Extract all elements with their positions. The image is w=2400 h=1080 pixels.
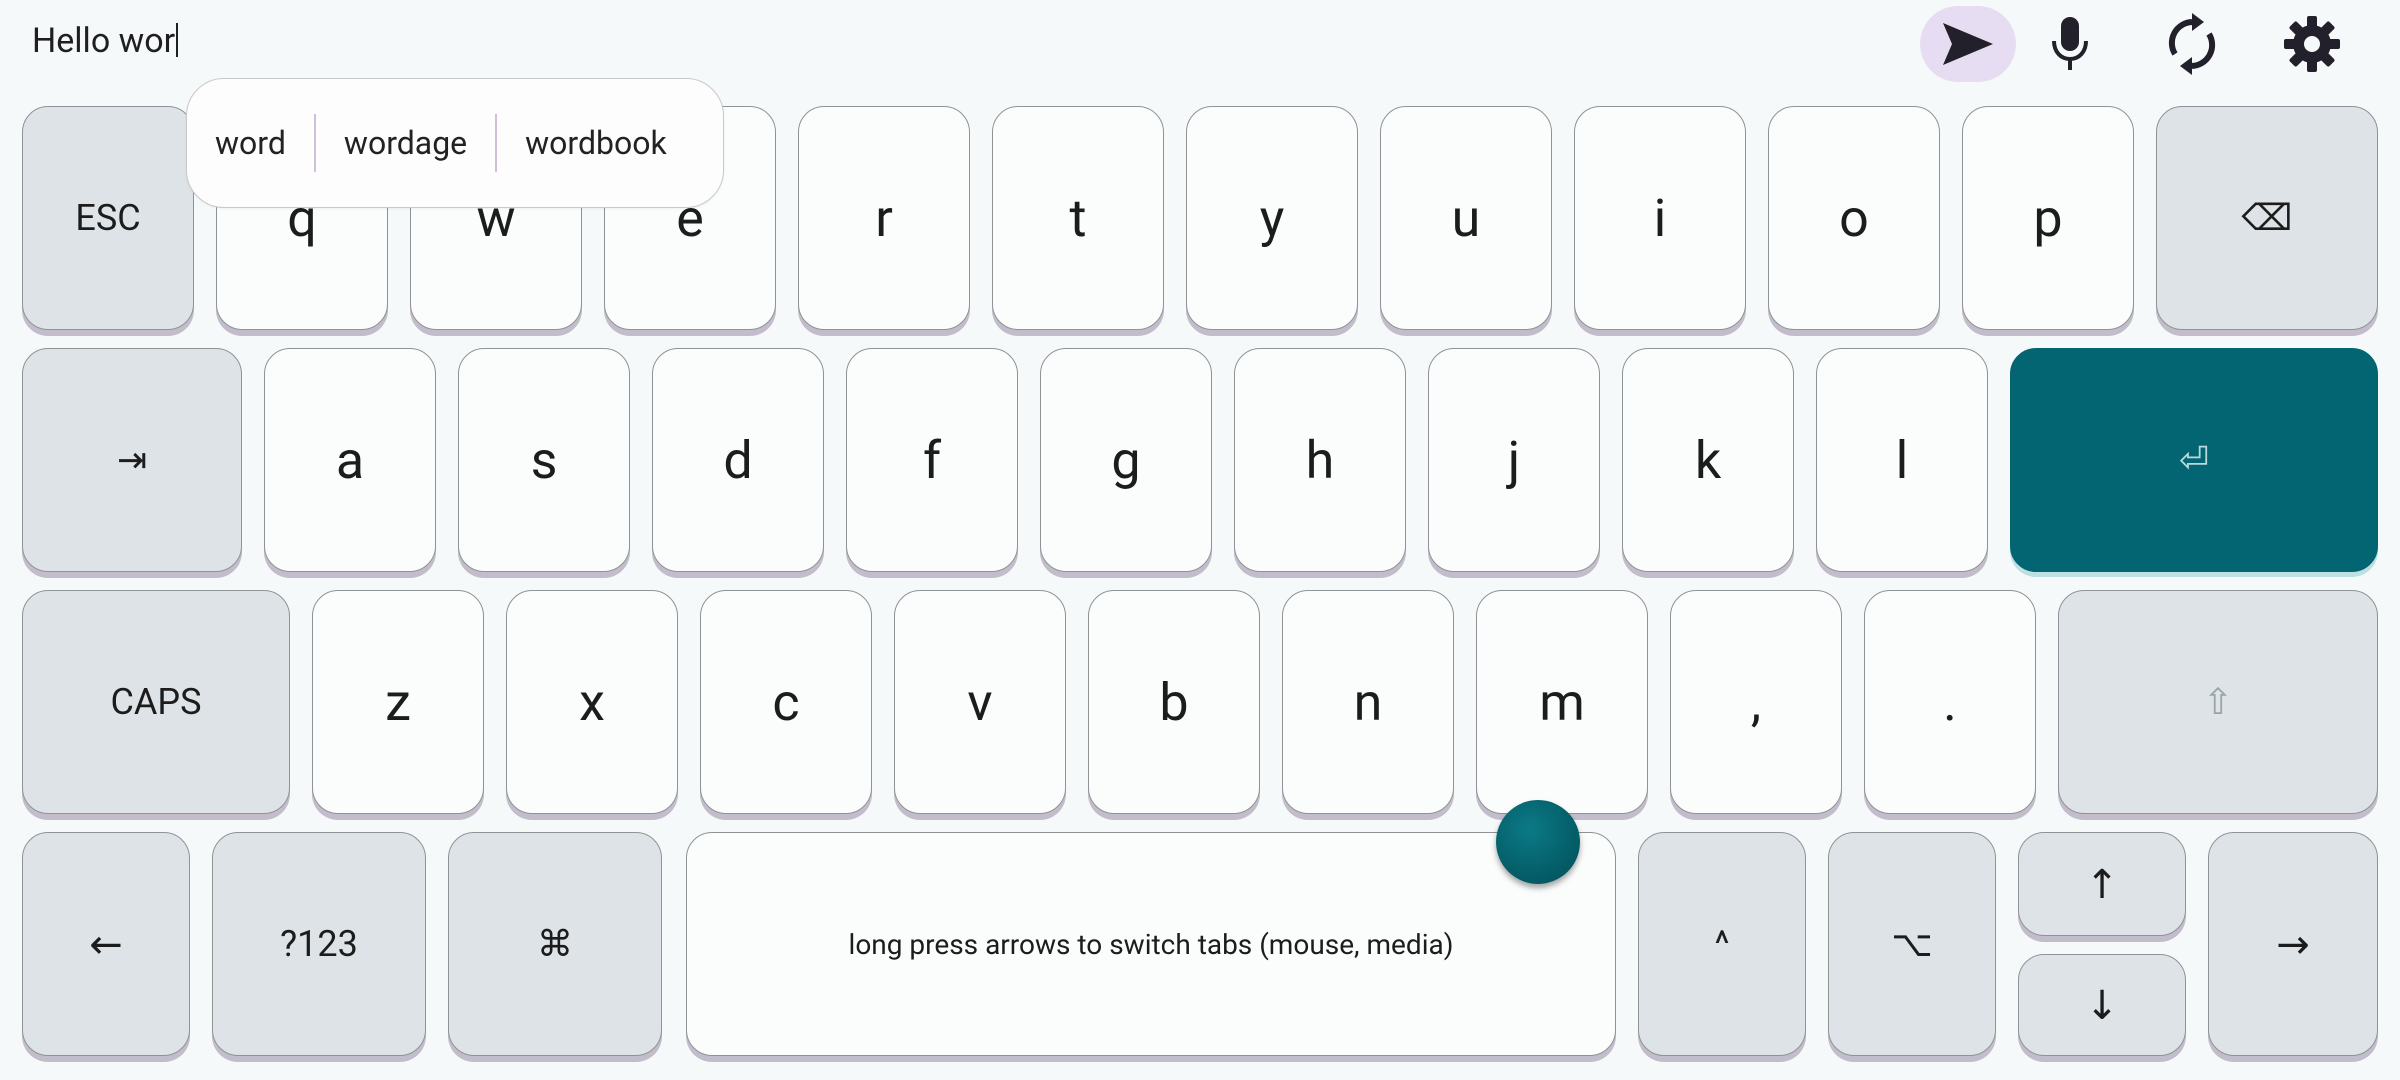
key-r[interactable]: r xyxy=(798,106,970,330)
key-h[interactable]: h xyxy=(1234,348,1406,572)
key-g[interactable]: g xyxy=(1040,348,1212,572)
key-comma[interactable]: , xyxy=(1670,590,1842,814)
key-control[interactable]: ^ xyxy=(1638,832,1806,1056)
key-backspace[interactable]: ⌫ xyxy=(2156,106,2378,330)
key-down-arrow[interactable]: ↓ xyxy=(2018,954,2186,1056)
suggestion-item[interactable]: wordage xyxy=(316,79,495,207)
suggestion-popup: word wordage wordbook xyxy=(186,78,724,208)
key-m[interactable]: m xyxy=(1476,590,1648,814)
key-shift[interactable]: ⇧ xyxy=(2058,590,2378,814)
key-option[interactable]: ⌥ xyxy=(1828,832,1996,1056)
key-right-arrow[interactable]: → xyxy=(2208,832,2378,1056)
key-symbols[interactable]: ?123 xyxy=(212,832,426,1056)
input-text: Hello wor xyxy=(32,21,176,61)
suggestion-item[interactable]: word xyxy=(187,79,314,207)
key-v[interactable]: v xyxy=(894,590,1066,814)
send-icon xyxy=(1943,23,1993,65)
text-input-preview[interactable]: Hello wor xyxy=(32,18,179,64)
mic-icon xyxy=(2052,17,2088,70)
key-z[interactable]: z xyxy=(312,590,484,814)
key-esc[interactable]: ESC xyxy=(22,106,194,330)
key-p[interactable]: p xyxy=(1962,106,2134,330)
key-space[interactable]: long press arrows to switch tabs (mouse,… xyxy=(686,832,1616,1056)
key-k[interactable]: k xyxy=(1622,348,1794,572)
top-bar: Hello wor xyxy=(0,0,2400,90)
key-t[interactable]: t xyxy=(992,106,1164,330)
key-up-arrow[interactable]: ↑ xyxy=(2018,832,2186,936)
suggestion-item[interactable]: wordbook xyxy=(497,79,695,207)
key-enter[interactable]: ⏎ xyxy=(2010,348,2378,572)
key-a[interactable]: a xyxy=(264,348,436,572)
key-command[interactable]: ⌘ xyxy=(448,832,662,1056)
key-s[interactable]: s xyxy=(458,348,630,572)
key-caps[interactable]: CAPS xyxy=(22,590,290,814)
sync-button[interactable] xyxy=(2144,6,2240,82)
microphone-button[interactable] xyxy=(2022,6,2118,82)
key-o[interactable]: o xyxy=(1768,106,1940,330)
key-i[interactable]: i xyxy=(1574,106,1746,330)
sync-icon xyxy=(2168,13,2216,75)
key-f[interactable]: f xyxy=(846,348,1018,572)
key-x[interactable]: x xyxy=(506,590,678,814)
key-u[interactable]: u xyxy=(1380,106,1552,330)
text-cursor xyxy=(176,23,179,57)
trackpad-cursor-handle[interactable] xyxy=(1496,800,1580,884)
send-button[interactable] xyxy=(1920,6,2016,82)
key-period[interactable]: . xyxy=(1864,590,2036,814)
key-b[interactable]: b xyxy=(1088,590,1260,814)
key-j[interactable]: j xyxy=(1428,348,1600,572)
key-l[interactable]: l xyxy=(1816,348,1988,572)
key-n[interactable]: n xyxy=(1282,590,1454,814)
settings-button[interactable] xyxy=(2264,6,2360,82)
key-d[interactable]: d xyxy=(652,348,824,572)
key-y[interactable]: y xyxy=(1186,106,1358,330)
key-c[interactable]: c xyxy=(700,590,872,814)
gear-icon xyxy=(2284,16,2340,72)
key-left-arrow[interactable]: ← xyxy=(22,832,190,1056)
key-tab[interactable]: ⇥ xyxy=(22,348,242,572)
